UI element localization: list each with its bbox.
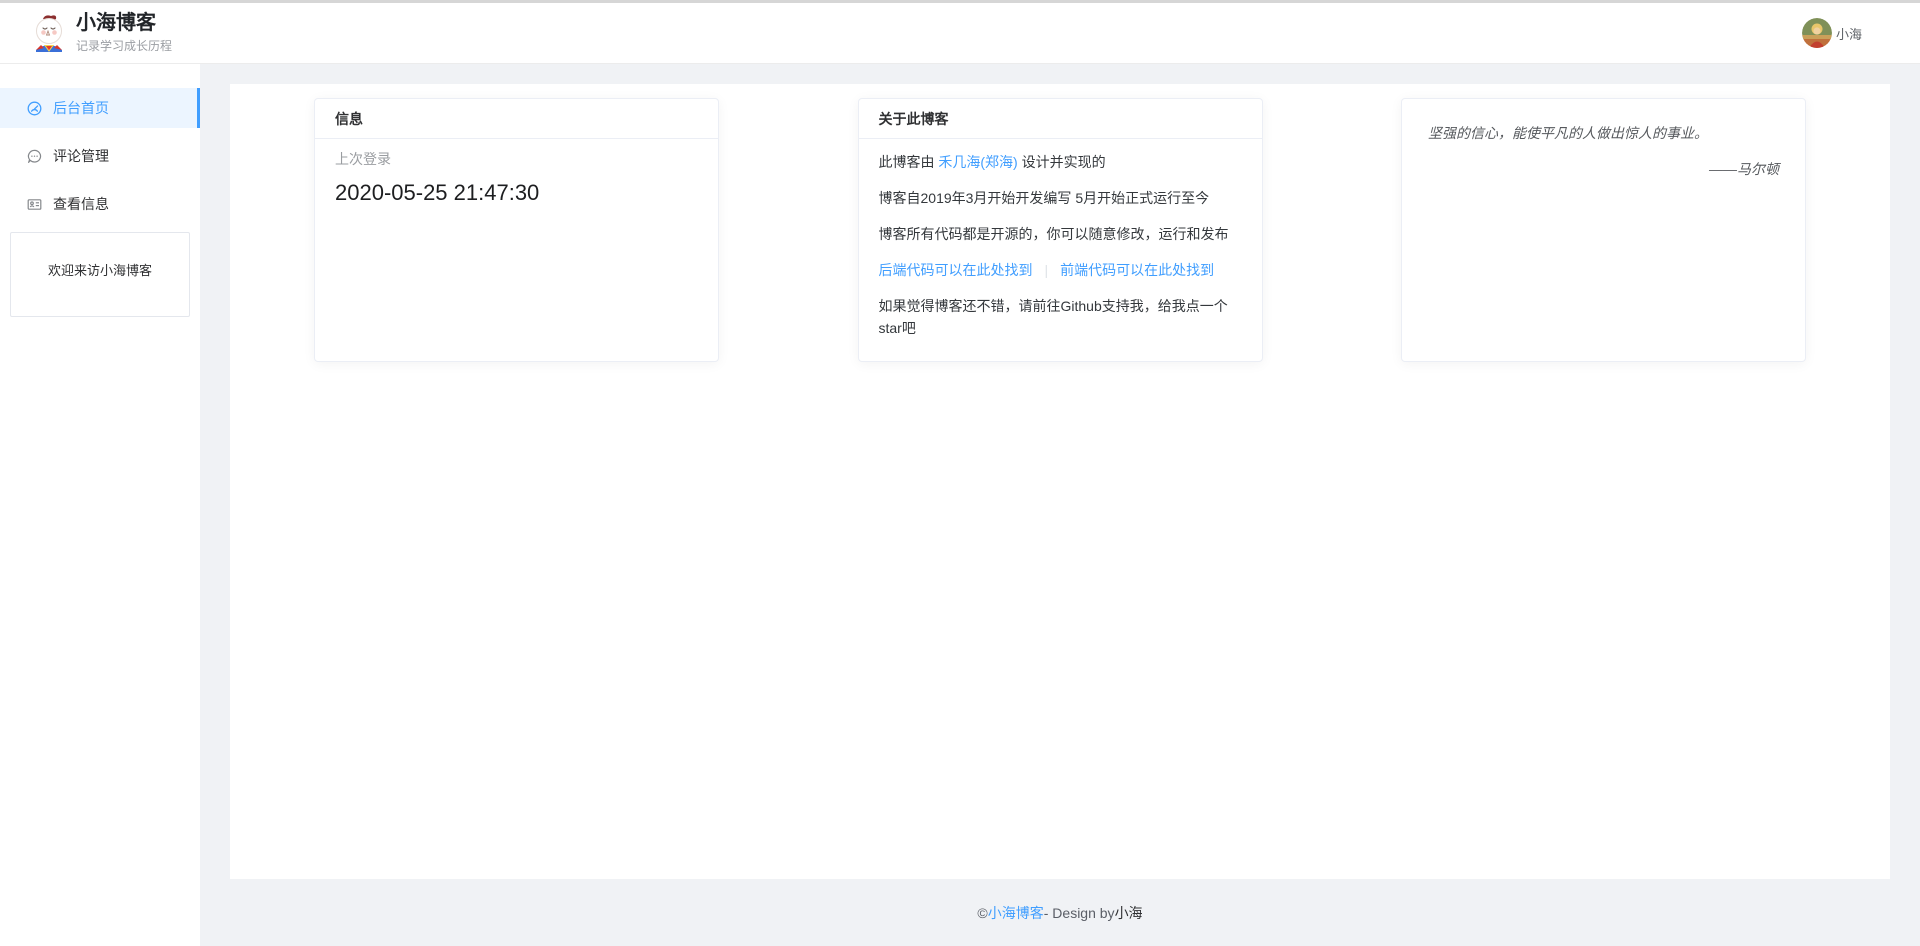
blog-mascot-icon (32, 14, 66, 52)
quote-text: 坚强的信心，能使平凡的人做出惊人的事业。 (1428, 123, 1779, 143)
footer-middle-text: - Design by (1044, 905, 1115, 921)
info-card: 信息 上次登录 2020-05-25 21:47:30 (314, 98, 719, 362)
main-panel: 信息 上次登录 2020-05-25 21:47:30 关于此博客 此博客由 禾… (230, 84, 1890, 879)
about-line-history: 博客自2019年3月开始开发编写 5月开始正式运行至今 (879, 187, 1242, 209)
quote-card-body: 坚强的信心，能使平凡的人做出惊人的事业。 ——马尔顿 (1402, 99, 1805, 179)
link-divider: | (1045, 262, 1049, 278)
frontend-code-link[interactable]: 前端代码可以在此处找到 (1060, 262, 1214, 278)
user-avatar (1802, 18, 1832, 48)
about-card-body: 此博客由 禾几海(郑海) 设计并实现的 博客自2019年3月开始开发编写 5月开… (859, 139, 1262, 339)
sidebar-item-dashboard[interactable]: 后台首页 (0, 88, 200, 128)
welcome-box: 欢迎来访小海博客 (10, 232, 190, 317)
site-logo[interactable]: 小海博客 记录学习成长历程 (32, 12, 172, 54)
footer-site-link[interactable]: 小海博客 (988, 903, 1044, 923)
about-line1-suffix: 设计并实现的 (1018, 154, 1106, 170)
id-card-icon (27, 197, 42, 212)
info-card-title: 信息 (315, 99, 718, 139)
site-titles: 小海博客 记录学习成长历程 (76, 12, 172, 54)
site-title: 小海博客 (76, 12, 172, 34)
last-login-label: 上次登录 (335, 151, 698, 167)
comments-icon (27, 149, 42, 164)
about-line-author: 此博客由 禾几海(郑海) 设计并实现的 (879, 151, 1242, 173)
footer-author: 小海 (1115, 903, 1143, 923)
quote-author: ——马尔顿 (1428, 159, 1779, 179)
welcome-text: 欢迎来访小海博客 (48, 263, 152, 278)
quote-card: 坚强的信心，能使平凡的人做出惊人的事业。 ——马尔顿 (1401, 98, 1806, 362)
app-header: 小海博客 记录学习成长历程 小海 (0, 3, 1920, 64)
dashboard-icon (27, 101, 42, 116)
last-login-value: 2020-05-25 21:47:30 (335, 179, 698, 207)
cards-row: 信息 上次登录 2020-05-25 21:47:30 关于此博客 此博客由 禾… (314, 98, 1806, 362)
user-menu[interactable]: 小海 (1802, 18, 1862, 48)
page-footer: © 小海博客 - Design by 小海 (200, 879, 1920, 946)
sidebar-item-view-info[interactable]: 查看信息 (0, 184, 200, 224)
sidebar: 后台首页 评论管理 (0, 64, 200, 946)
about-line1-prefix: 此博客由 (879, 154, 939, 170)
sidebar-item-label: 评论管理 (53, 146, 109, 166)
about-line-opensource: 博客所有代码都是开源的，你可以随意修改，运行和发布 (879, 223, 1242, 245)
footer-copyright: © (977, 905, 987, 921)
site-subtitle: 记录学习成长历程 (76, 37, 172, 54)
user-name: 小海 (1836, 24, 1862, 43)
about-card: 关于此博客 此博客由 禾几海(郑海) 设计并实现的 博客自2019年3月开始开发… (858, 98, 1263, 362)
sidebar-item-label: 后台首页 (53, 98, 109, 118)
page-body: 后台首页 评论管理 (0, 64, 1920, 946)
sidebar-item-comments[interactable]: 评论管理 (0, 136, 200, 176)
info-card-body: 上次登录 2020-05-25 21:47:30 (315, 139, 718, 207)
about-card-title: 关于此博客 (859, 99, 1262, 139)
about-line-github-star: 如果觉得博客还不错，请前往Github支持我，给我点一个star吧 (879, 295, 1242, 339)
sidebar-item-label: 查看信息 (53, 194, 109, 214)
author-profile-link[interactable]: 禾几海(郑海) (938, 154, 1017, 170)
about-line-code-links: 后端代码可以在此处找到 | 前端代码可以在此处找到 (879, 259, 1242, 281)
content-column: 信息 上次登录 2020-05-25 21:47:30 关于此博客 此博客由 禾… (200, 64, 1920, 946)
backend-code-link[interactable]: 后端代码可以在此处找到 (879, 262, 1033, 278)
